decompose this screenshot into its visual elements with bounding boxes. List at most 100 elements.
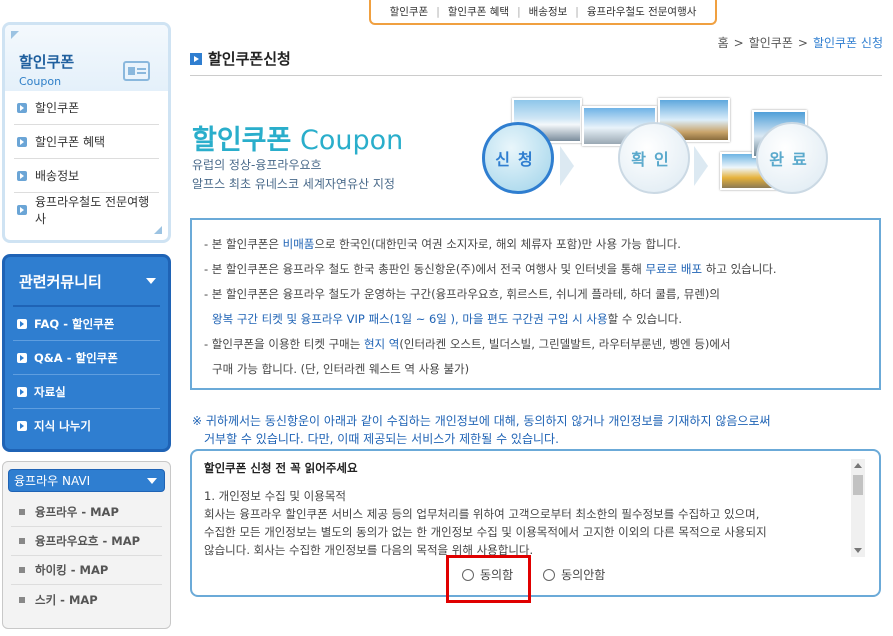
topnav-shipping[interactable]: 배송정보	[529, 4, 568, 19]
info-line: 구매 가능 합니다. (단, 인터라켄 웨스트 역 사용 불가)	[212, 362, 470, 376]
arrow-bullet-icon	[17, 352, 27, 363]
arrow-bullet-icon	[17, 136, 27, 147]
topnav-coupon[interactable]: 할인쿠폰	[390, 4, 429, 19]
sidebar-item-label: 융프라우철도 전문여행사	[35, 195, 150, 226]
community-menu: 관련커뮤니티 FAQ - 할인쿠폰 Q&A - 할인쿠폰 자료실 지식 나누기	[2, 254, 171, 452]
terms-section-title: 1. 개인정보 수집 및 이용목적	[204, 489, 346, 503]
notice-line: ※ 귀하께서는 동신항운이 아래과 같이 수집하는 개인정보에 대해, 동의하지…	[192, 414, 771, 428]
disagree-label: 동의안함	[561, 568, 606, 582]
sidebar-item-coupon-benefits[interactable]: 할인쿠폰 혜택	[14, 125, 159, 159]
navi-item-label: 하이킹 - MAP	[35, 563, 109, 577]
community-item-label: FAQ - 할인쿠폰	[34, 316, 115, 331]
step-complete: 완료	[756, 122, 828, 194]
hero-description: 유럽의 정상-융프라우요흐 알프스 최초 유네스코 세계자연유산 지정	[192, 156, 395, 194]
terms-scroll-area[interactable]: 할인쿠폰 신청 전 꼭 읽어주세요 1. 개인정보 수집 및 이용목적 회사는 …	[204, 459, 854, 565]
chevron-down-icon[interactable]	[146, 278, 156, 284]
step-arrow-icon	[560, 146, 574, 186]
info-text: 하고 있습니다.	[702, 262, 777, 276]
community-item-knowledge[interactable]: 지식 나누기	[13, 409, 160, 443]
top-navigation: 할인쿠폰 | 할인쿠폰 혜택 | 배송정보 | 융프라우철도 전문여행사	[369, 0, 717, 25]
info-highlight: 현지 역	[363, 337, 400, 351]
breadcrumb-separator: >	[797, 36, 808, 50]
breadcrumb-home[interactable]: 홈	[718, 36, 729, 50]
chevron-down-icon[interactable]	[147, 477, 157, 484]
sidebar-item-label: 할인쿠폰 혜택	[35, 135, 106, 149]
navi-item-jungfrau-map[interactable]: 융프라우 - MAP	[11, 498, 162, 527]
info-text: 으로 한국인(대한민국 여권 소지자로, 해외 체류자 포함)만 사용 가능 합…	[314, 237, 681, 251]
coupon-info-box: - 본 할인쿠폰은 비매품으로 한국인(대한민국 여권 소지자로, 해외 체류자…	[190, 218, 881, 390]
info-highlight: 왕복 구간 티켓 및 융프라우 VIP 패스(1일 ~ 6일 ), 마을 편도 …	[212, 312, 608, 326]
id-card-icon	[123, 61, 150, 81]
notice-line: 거부할 수 있습니다. 다만, 이때 제공되는 서비스가 제한될 수 있습니다.	[204, 432, 559, 446]
topnav-travel-agency[interactable]: 융프라우철도 전문여행사	[587, 4, 697, 19]
separator: |	[517, 5, 521, 18]
info-line: - 할인쿠폰을 이용한 티켓 구매는 현지 역(인터라켄 오스트, 빌더스빌, …	[204, 332, 879, 357]
privacy-notice: ※ 귀하께서는 동신항운이 아래과 같이 수집하는 개인정보에 대해, 동의하지…	[192, 412, 771, 448]
terms-heading: 할인쿠폰 신청 전 꼭 읽어주세요	[204, 461, 358, 475]
community-item-faq[interactable]: FAQ - 할인쿠폰	[13, 307, 160, 341]
sidebar-item-shipping[interactable]: 배송정보	[14, 159, 159, 193]
topnav-coupon-benefits[interactable]: 할인쿠폰 혜택	[448, 4, 509, 19]
arrow-bullet-icon	[17, 170, 27, 181]
navi-item-hiking-map[interactable]: 하이킹 - MAP	[11, 556, 162, 585]
consent-box: 할인쿠폰 신청 전 꼭 읽어주세요 1. 개인정보 수집 및 이용목적 회사는 …	[190, 449, 881, 597]
info-highlight: 비매품	[282, 237, 315, 251]
step-label: 확인	[631, 150, 677, 169]
arrow-bullet-icon	[17, 205, 27, 215]
navi-box: 융프라우 NAVI 융프라우 - MAP 융프라우요흐 - MAP 하이킹 - …	[2, 461, 171, 629]
hero-banner: 할인쿠폰 Coupon 유럽의 정상-융프라우요흐 알프스 최초 유네스코 세계…	[190, 92, 882, 212]
highlight-box	[446, 555, 531, 603]
info-text: 할 수 있습니다.	[607, 312, 683, 326]
scroll-down-icon[interactable]	[854, 548, 862, 553]
info-line: 왕복 구간 티켓 및 융프라우 VIP 패스(1일 ~ 6일 ), 마을 편도 …	[204, 307, 879, 332]
radio-circle-icon[interactable]	[543, 568, 556, 581]
square-bullet-icon	[19, 509, 25, 515]
coupon-sidebar: 할인쿠폰 Coupon 할인쿠폰 할인쿠폰 혜택 배송정보 융프라우철도 전문여…	[2, 22, 171, 243]
breadcrumb-parent[interactable]: 할인쿠폰	[749, 36, 793, 50]
corner-decoration	[154, 226, 162, 234]
terms-paragraph: 회사는 융프라우 할인쿠폰 서비스 제공 등의 업무처리를 위하여 고객으로부터…	[204, 507, 760, 521]
breadcrumb: 홈 > 할인쿠폰 > 할인쿠폰 신청	[718, 34, 883, 51]
terms-scrollbar[interactable]	[851, 459, 865, 557]
title-bullet-icon	[190, 52, 202, 65]
arrow-bullet-icon	[17, 102, 27, 113]
community-item-label: Q&A - 할인쿠폰	[34, 350, 118, 365]
step-arrow-icon	[694, 146, 708, 186]
breadcrumb-current: 할인쿠폰 신청	[812, 36, 883, 50]
hero-desc-line: 유럽의 정상-융프라우요흐	[192, 158, 322, 172]
breadcrumb-separator: >	[733, 36, 744, 50]
sidebar-item-label: 배송정보	[35, 169, 80, 183]
disagree-radio[interactable]: 동의안함	[543, 566, 605, 583]
separator: |	[575, 5, 579, 18]
hero-title: 할인쿠폰 Coupon	[192, 118, 403, 157]
community-item-label: 지식 나누기	[34, 419, 91, 433]
sidebar-item-coupon[interactable]: 할인쿠폰	[14, 91, 159, 125]
step-confirm: 확인	[618, 122, 690, 194]
scrollbar-thumb[interactable]	[853, 475, 863, 495]
sidebar-item-travel-agency[interactable]: 융프라우철도 전문여행사	[14, 193, 159, 227]
navi-select[interactable]: 융프라우 NAVI	[8, 469, 165, 492]
page-title-text: 할인쿠폰신청	[208, 50, 291, 68]
terms-paragraph: 수집한 모든 개인정보는 별도의 동의가 없는 한 개인정보 수집 및 이용목적…	[204, 525, 767, 539]
community-header[interactable]: 관련커뮤니티	[13, 257, 160, 307]
square-bullet-icon	[19, 538, 25, 544]
square-bullet-icon	[19, 567, 25, 573]
hero-desc-line: 알프스 최초 유네스코 세계자연유산 지정	[192, 177, 395, 191]
navi-select-value: 융프라우 NAVI	[14, 474, 91, 488]
info-text: - 할인쿠폰을 이용한 티켓 구매는	[204, 337, 364, 351]
arrow-bullet-icon	[17, 318, 27, 329]
community-item-qna[interactable]: Q&A - 할인쿠폰	[13, 341, 160, 375]
info-highlight: 무료로 배포	[645, 262, 703, 276]
community-item-archive[interactable]: 자료실	[13, 375, 160, 409]
community-title: 관련커뮤니티	[19, 272, 102, 291]
scroll-up-icon[interactable]	[854, 463, 862, 468]
navi-item-ski-map[interactable]: 스키 - MAP	[11, 585, 162, 614]
hero-title-ko: 할인쿠폰	[192, 125, 292, 156]
step-label: 신청	[495, 150, 541, 169]
separator: |	[436, 5, 440, 18]
info-text: - 본 할인쿠폰은	[204, 237, 283, 251]
navi-item-jungfraujoch-map[interactable]: 융프라우요흐 - MAP	[11, 527, 162, 556]
info-text: (인터라켄 오스트, 빌더스빌, 그린델발트, 라우터부룬넨, 벵엔 등)에서	[399, 337, 731, 351]
hero-title-en: Coupon	[299, 125, 404, 156]
arrow-bullet-icon	[17, 386, 27, 397]
